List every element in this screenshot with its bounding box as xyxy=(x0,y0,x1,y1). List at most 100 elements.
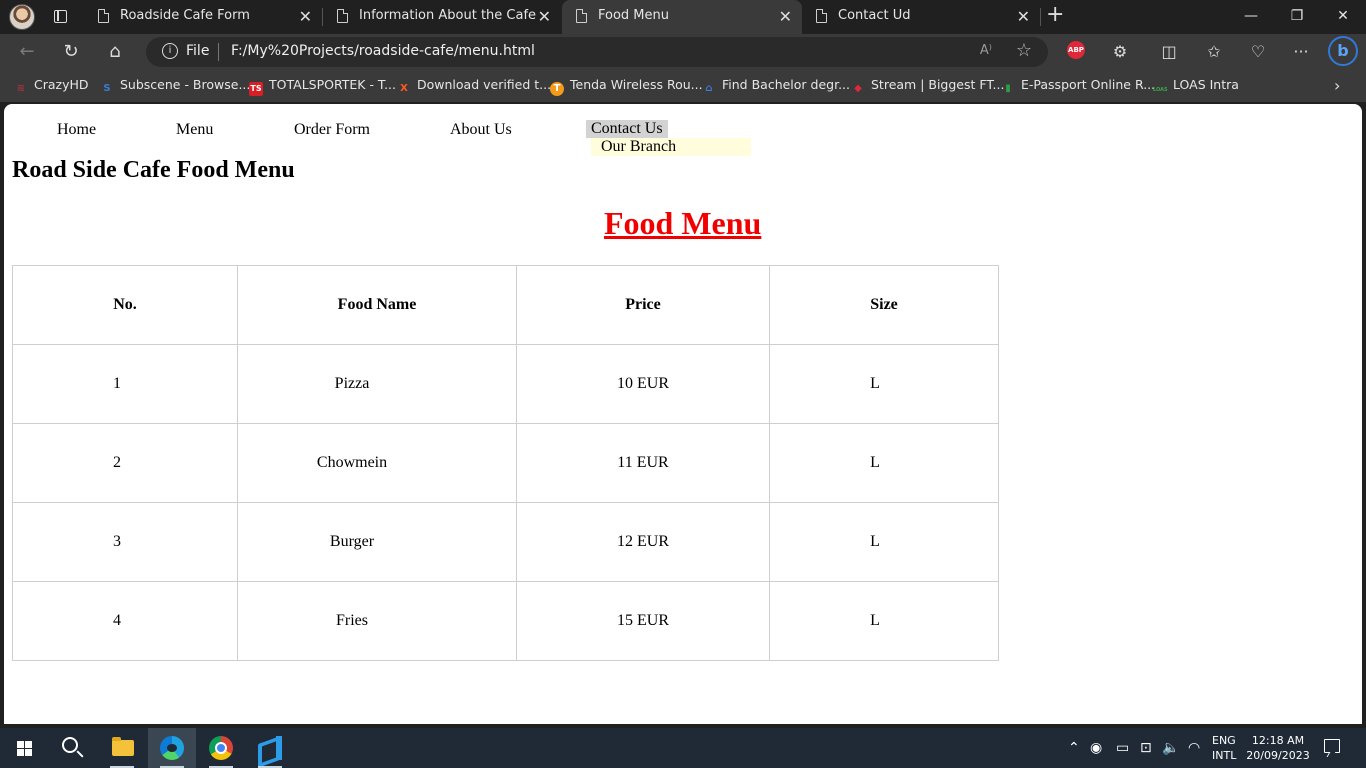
profile-avatar[interactable] xyxy=(9,4,35,30)
nav-order-form[interactable]: Order Form xyxy=(294,121,370,139)
search-button[interactable] xyxy=(48,728,96,768)
table-row: 2 Chowmein 11 EUR L xyxy=(12,423,999,503)
bookmark-label: LOAS Intra xyxy=(1173,77,1239,92)
more-options-icon[interactable]: ··· xyxy=(1289,40,1313,64)
start-button[interactable] xyxy=(0,728,48,768)
bookmark-stream[interactable]: ◆ Stream | Biggest FT... xyxy=(851,77,1004,96)
edge-icon xyxy=(160,736,184,760)
bookmark-subscene[interactable]: S Subscene - Browse... xyxy=(100,77,250,96)
subscene-icon: S xyxy=(103,83,111,94)
notification-icon[interactable] xyxy=(1324,739,1340,753)
clock-time: 12:18 AM xyxy=(1251,734,1305,747)
add-favorite-icon[interactable]: ☆ xyxy=(1016,40,1032,61)
back-button[interactable]: ← xyxy=(12,38,42,66)
language-indicator[interactable]: ENG INTL xyxy=(1212,733,1236,763)
volume-icon[interactable]: 🔈 xyxy=(1162,740,1179,756)
column-header-size: Size xyxy=(769,265,999,345)
tab-title: Contact Ud xyxy=(838,8,911,23)
refresh-button[interactable]: ↻ xyxy=(56,38,86,66)
extensions-icon[interactable]: ⚙ xyxy=(1108,40,1132,64)
taskbar-chrome[interactable] xyxy=(197,728,245,768)
bookmark-crazyhd[interactable]: ≋ CrazyHD xyxy=(14,77,89,96)
column-header-food-name: Food Name xyxy=(237,265,517,345)
read-aloud-icon[interactable]: A⁾ xyxy=(980,43,992,58)
page-icon xyxy=(816,9,827,23)
browser-toolbar: ← ↻ ⌂ i File F:/My%20Projects/roadside-c… xyxy=(0,34,1366,70)
nav-contact-us[interactable]: Contact Us xyxy=(586,120,668,138)
chevron-up-icon[interactable]: ⌃ xyxy=(1068,740,1080,756)
taskbar-vscode[interactable] xyxy=(246,728,294,768)
nav-menu[interactable]: Menu xyxy=(176,121,213,139)
new-tab-button[interactable]: + xyxy=(1046,2,1064,27)
page-icon xyxy=(337,9,348,23)
contact-dropdown: Our Branch xyxy=(591,138,751,156)
stream-icon: ◆ xyxy=(854,83,862,94)
column-header-no: No. xyxy=(12,265,238,345)
battery-icon[interactable]: ▭ xyxy=(1116,740,1129,756)
system-clock[interactable]: 12:18 AM 20/09/2023 xyxy=(1246,733,1310,763)
cell-no: 4 xyxy=(12,581,238,661)
tab-food-menu[interactable]: Food Menu ✕ xyxy=(562,0,802,34)
split-screen-icon[interactable]: ◫ xyxy=(1157,40,1181,64)
cell-price: 15 EUR xyxy=(516,581,770,661)
cell-no: 1 xyxy=(12,344,238,424)
close-icon[interactable]: ✕ xyxy=(299,7,312,26)
tab-roadside-cafe-form[interactable]: Roadside Cafe Form ✕ xyxy=(84,0,322,34)
tab-actions-icon[interactable] xyxy=(48,6,72,28)
close-icon[interactable]: ✕ xyxy=(538,7,551,26)
tab-contact-ud[interactable]: Contact Ud ✕ xyxy=(802,0,1040,34)
bing-copilot-icon[interactable]: b xyxy=(1328,36,1358,66)
chrome-icon xyxy=(209,736,233,760)
bookmark-label: Download verified t... xyxy=(417,77,552,92)
wifi-icon[interactable]: ◠ xyxy=(1188,740,1200,756)
info-icon[interactable]: i xyxy=(162,43,178,59)
folder-icon xyxy=(112,737,134,756)
tab-title: Food Menu xyxy=(598,8,669,23)
nav-about-us[interactable]: About Us xyxy=(450,121,512,139)
page-viewport: Home Menu Order Form About Us Contact Us… xyxy=(4,104,1362,724)
tab-title: Information About the Cafe xyxy=(359,8,537,23)
crazyhd-icon: ≋ xyxy=(16,83,26,94)
cell-food-name: Burger xyxy=(237,502,517,582)
bookmark-download-verified[interactable]: X Download verified t... xyxy=(397,77,551,96)
bookmark-label: Subscene - Browse... xyxy=(120,77,251,92)
download-x-icon: X xyxy=(400,83,408,94)
nav-home[interactable]: Home xyxy=(57,121,96,139)
bookmark-find-bachelor[interactable]: ⌂ Find Bachelor degr... xyxy=(702,77,850,96)
close-window-button[interactable]: ✕ xyxy=(1320,0,1366,34)
tab-divider xyxy=(1040,8,1041,26)
restore-button[interactable]: ❐ xyxy=(1274,0,1320,34)
device-icon[interactable]: ⊡ xyxy=(1140,740,1152,756)
chevron-right-icon[interactable]: › xyxy=(1334,76,1340,95)
language-code: ENG xyxy=(1212,734,1236,747)
minimize-button[interactable]: — xyxy=(1228,0,1274,34)
page-icon xyxy=(98,9,109,23)
record-icon[interactable]: ◉ xyxy=(1090,740,1102,756)
cell-price: 11 EUR xyxy=(516,423,770,503)
tab-title: Roadside Cafe Form xyxy=(120,8,250,23)
page-icon xyxy=(576,9,587,23)
browser-health-icon[interactable]: ♡ xyxy=(1246,40,1270,64)
adblock-plus-icon[interactable]: ABP xyxy=(1067,41,1085,59)
table-row: 4 Fries 15 EUR L xyxy=(12,581,999,661)
home-button[interactable]: ⌂ xyxy=(100,38,130,66)
tenda-icon: T xyxy=(550,82,564,96)
favorites-icon[interactable]: ✩ xyxy=(1202,40,1226,64)
bookmark-loas-intra[interactable]: LOAS LOAS Intra xyxy=(1153,77,1239,97)
cell-price: 12 EUR xyxy=(516,502,770,582)
bookmark-totalsportek[interactable]: TS TOTALSPORTEK - T... xyxy=(249,77,396,96)
cell-size: L xyxy=(769,344,999,424)
close-icon[interactable]: ✕ xyxy=(779,7,792,26)
tab-information-about-cafe[interactable]: Information About the Cafe ✕ xyxy=(323,0,561,34)
table-header-row: No. Food Name Price Size xyxy=(12,265,999,345)
bookmark-label: E-Passport Online R... xyxy=(1021,77,1156,92)
bookmark-tenda[interactable]: T Tenda Wireless Rou... xyxy=(550,77,703,96)
taskbar-file-explorer[interactable] xyxy=(98,728,146,768)
address-bar[interactable]: i File F:/My%20Projects/roadside-cafe/me… xyxy=(146,37,1048,67)
address-url[interactable]: F:/My%20Projects/roadside-cafe/menu.html xyxy=(231,43,535,59)
address-scheme-label: File xyxy=(186,43,210,59)
bookmark-e-passport[interactable]: ▮ E-Passport Online R... xyxy=(1001,77,1155,96)
dropdown-item-our-branch[interactable]: Our Branch xyxy=(601,138,676,156)
taskbar-edge[interactable] xyxy=(148,728,196,768)
close-icon[interactable]: ✕ xyxy=(1017,7,1030,26)
